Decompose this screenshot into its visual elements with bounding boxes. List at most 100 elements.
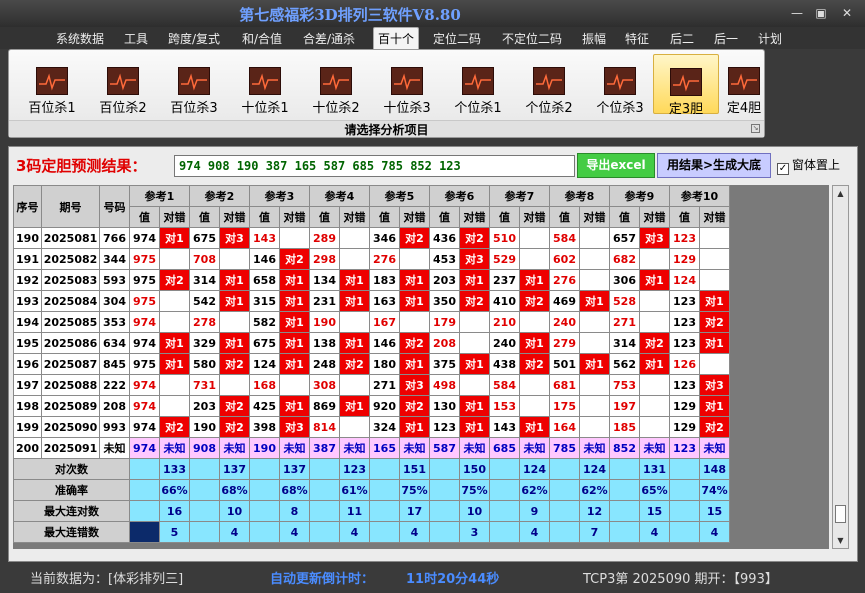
cell-value[interactable]: 498 bbox=[429, 374, 460, 396]
cell-judge[interactable]: 对1 bbox=[459, 353, 490, 375]
header-judge[interactable]: 对错 bbox=[579, 206, 610, 228]
cell-judge[interactable] bbox=[459, 332, 490, 354]
menu-diff-kill[interactable]: 合差/通杀 bbox=[303, 30, 355, 47]
cell-value[interactable]: 123 bbox=[669, 227, 700, 249]
cell-value[interactable]: 240 bbox=[549, 311, 580, 333]
predict-value[interactable]: 908 bbox=[189, 437, 220, 459]
menu-fixed-two[interactable]: 定位二码 bbox=[433, 30, 481, 47]
cell-code[interactable]: 未知 bbox=[99, 437, 130, 459]
cell-judge[interactable]: 对3 bbox=[279, 416, 310, 438]
cell-value[interactable]: 276 bbox=[549, 269, 580, 291]
cell-value[interactable]: 308 bbox=[309, 374, 340, 396]
cell-value[interactable]: 658 bbox=[249, 269, 280, 291]
predict-judge[interactable]: 未知 bbox=[519, 437, 550, 459]
cell-seq[interactable]: 199 bbox=[13, 416, 42, 438]
header-seq[interactable]: 序号 bbox=[13, 185, 42, 228]
cell-period[interactable]: 2025086 bbox=[41, 332, 100, 354]
predict-judge[interactable]: 未知 bbox=[159, 437, 190, 459]
cell-judge[interactable] bbox=[159, 248, 190, 270]
menu-tools[interactable]: 工具 bbox=[124, 30, 148, 47]
cell-value[interactable]: 453 bbox=[429, 248, 460, 270]
cell-value[interactable]: 138 bbox=[309, 332, 340, 354]
cell-judge[interactable] bbox=[579, 227, 610, 249]
cell-value[interactable]: 974 bbox=[129, 227, 160, 249]
predict-value[interactable]: 785 bbox=[549, 437, 580, 459]
cell-value[interactable]: 314 bbox=[609, 332, 640, 354]
predict-judge[interactable]: 未知 bbox=[699, 437, 730, 459]
cell-value[interactable]: 501 bbox=[549, 353, 580, 375]
header-ref[interactable]: 参考5 bbox=[369, 185, 430, 207]
cell-value[interactable]: 240 bbox=[489, 332, 520, 354]
header-ref[interactable]: 参考10 bbox=[669, 185, 730, 207]
cell-judge[interactable]: 对1 bbox=[639, 269, 670, 291]
table-row[interactable]: 191 2025082 344 975 708 146 对2 298 276 453 对3 529 60… bbox=[13, 248, 730, 270]
cell-value[interactable]: 146 bbox=[249, 248, 280, 270]
predict-value[interactable]: 387 bbox=[309, 437, 340, 459]
cell-value[interactable]: 314 bbox=[189, 269, 220, 291]
header-judge[interactable]: 对错 bbox=[639, 206, 670, 228]
cell-value[interactable]: 123 bbox=[669, 311, 700, 333]
cell-value[interactable]: 410 bbox=[489, 290, 520, 312]
cell-code[interactable]: 993 bbox=[99, 416, 130, 438]
cell-value[interactable]: 190 bbox=[189, 416, 220, 438]
cell-value[interactable]: 123 bbox=[669, 332, 700, 354]
table-row[interactable]: 194 2025085 353 974 278 582 对1 190 167 179 210 240 2… bbox=[13, 311, 730, 333]
cell-judge[interactable]: 对2 bbox=[399, 395, 430, 417]
cell-judge[interactable]: 对1 bbox=[339, 395, 370, 417]
header-value[interactable]: 值 bbox=[549, 206, 580, 228]
cell-value[interactable]: 129 bbox=[669, 395, 700, 417]
generate-base-button[interactable]: 用结果>生成大底 bbox=[657, 153, 771, 178]
cell-value[interactable]: 584 bbox=[549, 227, 580, 249]
cell-code[interactable]: 222 bbox=[99, 374, 130, 396]
cell-judge[interactable]: 对1 bbox=[279, 353, 310, 375]
cell-judge[interactable] bbox=[699, 269, 730, 291]
header-value[interactable]: 值 bbox=[489, 206, 520, 228]
menu-hundreds-tens-units[interactable]: 百十个 bbox=[373, 27, 420, 49]
cell-judge[interactable]: 对3 bbox=[639, 227, 670, 249]
cell-judge[interactable] bbox=[339, 248, 370, 270]
cell-value[interactable]: 350 bbox=[429, 290, 460, 312]
cell-judge[interactable] bbox=[519, 248, 550, 270]
cell-value[interactable]: 278 bbox=[189, 311, 220, 333]
cell-judge[interactable] bbox=[519, 227, 550, 249]
cell-period[interactable]: 2025083 bbox=[41, 269, 100, 291]
header-judge[interactable]: 对错 bbox=[279, 206, 310, 228]
ribbon-button-4[interactable]: 十位杀1 bbox=[232, 54, 298, 116]
stats-label[interactable]: 最大连错数 bbox=[13, 521, 130, 543]
table-row[interactable]: 199 2025090 993 974 对2 190 对2 398 对3 814 324 对1 123 对… bbox=[13, 416, 730, 438]
cell-judge[interactable] bbox=[579, 311, 610, 333]
ribbon-button-7[interactable]: 个位杀1 bbox=[445, 54, 511, 116]
cell-value[interactable]: 584 bbox=[489, 374, 520, 396]
cell-judge[interactable] bbox=[579, 395, 610, 417]
cell-judge[interactable] bbox=[279, 374, 310, 396]
cell-value[interactable]: 974 bbox=[129, 311, 160, 333]
cell-seq[interactable]: 194 bbox=[13, 311, 42, 333]
cell-value[interactable]: 529 bbox=[489, 248, 520, 270]
cell-judge[interactable] bbox=[159, 311, 190, 333]
cell-judge[interactable] bbox=[639, 311, 670, 333]
stats-label[interactable]: 对次数 bbox=[13, 458, 130, 480]
cell-value[interactable]: 528 bbox=[609, 290, 640, 312]
cell-judge[interactable] bbox=[579, 332, 610, 354]
cell-value[interactable]: 123 bbox=[429, 416, 460, 438]
restore-button[interactable]: ▣ bbox=[810, 5, 832, 21]
cell-value[interactable]: 582 bbox=[249, 311, 280, 333]
cell-seq[interactable]: 191 bbox=[13, 248, 42, 270]
cell-value[interactable]: 438 bbox=[489, 353, 520, 375]
result-field[interactable]: 974 908 190 387 165 587 685 785 852 123 bbox=[174, 155, 575, 177]
cell-value[interactable]: 175 bbox=[549, 395, 580, 417]
cell-judge[interactable] bbox=[459, 374, 490, 396]
cell-value[interactable]: 179 bbox=[429, 311, 460, 333]
cell-value[interactable]: 542 bbox=[189, 290, 220, 312]
cell-judge[interactable]: 对1 bbox=[639, 353, 670, 375]
header-ref[interactable]: 参考8 bbox=[549, 185, 610, 207]
cell-value[interactable]: 124 bbox=[669, 269, 700, 291]
cell-judge[interactable]: 对1 bbox=[399, 353, 430, 375]
cell-judge[interactable]: 对3 bbox=[699, 374, 730, 396]
cell-judge[interactable]: 对1 bbox=[279, 311, 310, 333]
cell-value[interactable]: 657 bbox=[609, 227, 640, 249]
cell-value[interactable]: 329 bbox=[189, 332, 220, 354]
cell-value[interactable]: 974 bbox=[129, 332, 160, 354]
predict-value[interactable]: 587 bbox=[429, 437, 460, 459]
cell-judge[interactable]: 对1 bbox=[459, 416, 490, 438]
